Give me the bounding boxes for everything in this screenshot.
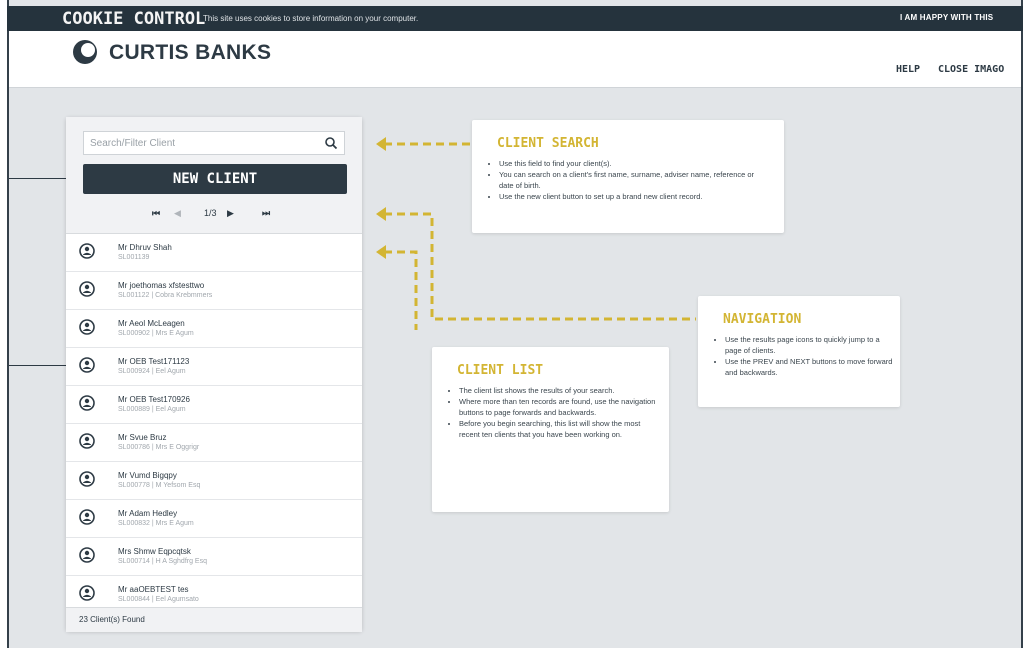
client-row[interactable]: Mr OEB Test171123 SL000924 | Eel Agum bbox=[66, 348, 362, 386]
user-avatar-icon bbox=[79, 585, 95, 601]
arrow-heads bbox=[376, 137, 386, 259]
user-avatar-icon bbox=[79, 243, 95, 259]
client-name: Mrs Shmw Eqpcqtsk bbox=[118, 547, 191, 556]
client-reference: SL001122 | Cobra Krebmmers bbox=[118, 292, 213, 299]
app-header: CURTIS BANKS HELP CLOSE IMAGO bbox=[9, 31, 1021, 88]
client-panel-header: Search/Filter Client NEW CLIENT ⏮ ◀ 1/3 … bbox=[66, 117, 362, 234]
client-reference: SL001139 bbox=[118, 254, 150, 261]
client-list-card: CLIENT LIST The client list shows the re… bbox=[432, 347, 669, 512]
client-name: Mr Aeol McLeagen bbox=[118, 319, 185, 328]
user-avatar-icon bbox=[79, 395, 95, 411]
new-client-button[interactable]: NEW CLIENT bbox=[83, 164, 347, 194]
user-avatar-icon bbox=[79, 547, 95, 563]
brand-name: CURTIS BANKS bbox=[109, 41, 272, 64]
client-reference: SL000832 | Mrs E Agum bbox=[118, 520, 194, 527]
client-reference: SL000786 | Mrs E Oggrigr bbox=[118, 444, 200, 451]
client-list-bullets: The client list shows the results of you… bbox=[448, 385, 659, 440]
help-link[interactable]: HELP bbox=[896, 64, 920, 75]
client-row[interactable]: Mr Vumd Bigqpy SL000778 | M Yefsom Esq bbox=[66, 462, 362, 500]
page-indicator: 1/3 bbox=[204, 208, 217, 218]
prev-page-icon[interactable]: ◀ bbox=[174, 208, 181, 219]
last-page-icon[interactable]: ⏭ bbox=[262, 208, 270, 219]
client-reference: SL000902 | Mrs E Agum bbox=[118, 330, 194, 337]
client-name: Mr joethomas xfstesttwo bbox=[118, 281, 205, 290]
bullet: Use the PREV and NEXT buttons to move fo… bbox=[725, 356, 895, 378]
bullet: The client list shows the results of you… bbox=[459, 385, 659, 396]
user-avatar-icon bbox=[79, 509, 95, 525]
navigation-bullets: Use the results page icons to quickly ju… bbox=[714, 334, 895, 378]
cookie-accept-button[interactable]: I AM HAPPY WITH THIS bbox=[900, 13, 993, 22]
client-reference: SL000714 | H A Sghdfrg Esq bbox=[118, 558, 207, 565]
client-reference: SL000889 | Eel Agum bbox=[118, 406, 186, 413]
client-name: Mr OEB Test170926 bbox=[118, 395, 190, 404]
bullet: Use this field to find your client(s). bbox=[499, 158, 769, 169]
bullet: Use the results page icons to quickly ju… bbox=[725, 334, 895, 356]
close-imago-link[interactable]: CLOSE IMAGO bbox=[938, 64, 1004, 75]
client-reference: SL000844 | Eel Agumsato bbox=[118, 596, 199, 603]
client-name: Mr OEB Test171123 bbox=[118, 357, 190, 366]
navigation-card: NAVIGATION Use the results page icons to… bbox=[698, 296, 900, 407]
client-row[interactable]: Mr OEB Test170926 SL000889 | Eel Agum bbox=[66, 386, 362, 424]
client-name: Mr Vumd Bigqpy bbox=[118, 471, 177, 480]
client-name: Mr Svue Bruz bbox=[118, 433, 167, 442]
search-icon[interactable] bbox=[324, 136, 338, 150]
bullet: You can search on a client's first name,… bbox=[499, 169, 769, 191]
client-row[interactable]: Mr Aeol McLeagen SL000902 | Mrs E Agum bbox=[66, 310, 362, 348]
user-avatar-icon bbox=[79, 433, 95, 449]
bullet: Use the new client button to set up a br… bbox=[499, 191, 769, 202]
client-search-title: CLIENT SEARCH bbox=[497, 136, 599, 151]
first-page-icon[interactable]: ⏮ bbox=[152, 208, 160, 219]
pager: ⏮ ◀ 1/3 ▶ ⏭ bbox=[152, 208, 282, 222]
client-search-card: CLIENT SEARCH Use this field to find you… bbox=[472, 120, 784, 233]
client-row[interactable]: Mr Dhruv Shah SL001139 bbox=[66, 234, 362, 272]
bullet: Where more than ten records are found, u… bbox=[459, 396, 659, 418]
client-row[interactable]: Mr Adam Hedley SL000832 | Mrs E Agum bbox=[66, 500, 362, 538]
client-list: Mr Dhruv Shah SL001139 Mr joethomas xfst… bbox=[66, 234, 362, 614]
cookie-bar: COOKIE CONTROL This site uses cookies to… bbox=[7, 6, 1023, 31]
navigation-title: NAVIGATION bbox=[723, 312, 802, 327]
client-row[interactable]: Mr Svue Bruz SL000786 | Mrs E Oggrigr bbox=[66, 424, 362, 462]
client-panel-footer: 23 Client(s) Found bbox=[66, 607, 362, 632]
client-row[interactable]: Mr joethomas xfstesttwo SL001122 | Cobra… bbox=[66, 272, 362, 310]
client-search-bullets: Use this field to find your client(s). Y… bbox=[488, 158, 769, 202]
client-reference: SL000778 | M Yefsom Esq bbox=[118, 482, 201, 489]
client-list-title: CLIENT LIST bbox=[457, 363, 544, 378]
client-panel: Search/Filter Client NEW CLIENT ⏮ ◀ 1/3 … bbox=[66, 117, 362, 632]
user-avatar-icon bbox=[79, 357, 95, 373]
next-page-icon[interactable]: ▶ bbox=[227, 208, 234, 219]
user-avatar-icon bbox=[79, 281, 95, 297]
client-row[interactable]: Mrs Shmw Eqpcqtsk SL000714 | H A Sghdfrg… bbox=[66, 538, 362, 576]
user-avatar-icon bbox=[79, 471, 95, 487]
client-name: Mr Adam Hedley bbox=[118, 509, 178, 518]
clients-found-count: 23 Client(s) Found bbox=[79, 615, 145, 624]
client-reference: SL000924 | Eel Agum bbox=[118, 368, 186, 375]
client-name: Mr Dhruv Shah bbox=[118, 243, 172, 252]
cookie-title: COOKIE CONTROL bbox=[62, 9, 206, 29]
cookie-message: This site uses cookies to store informat… bbox=[203, 14, 419, 23]
client-name: Mr aaOEBTEST tes bbox=[118, 585, 189, 594]
search-input[interactable]: Search/Filter Client bbox=[83, 131, 345, 155]
brand-logo-icon bbox=[73, 40, 97, 64]
search-placeholder: Search/Filter Client bbox=[90, 138, 176, 149]
user-avatar-icon bbox=[79, 319, 95, 335]
bullet: Before you begin searching, this list wi… bbox=[459, 418, 659, 440]
